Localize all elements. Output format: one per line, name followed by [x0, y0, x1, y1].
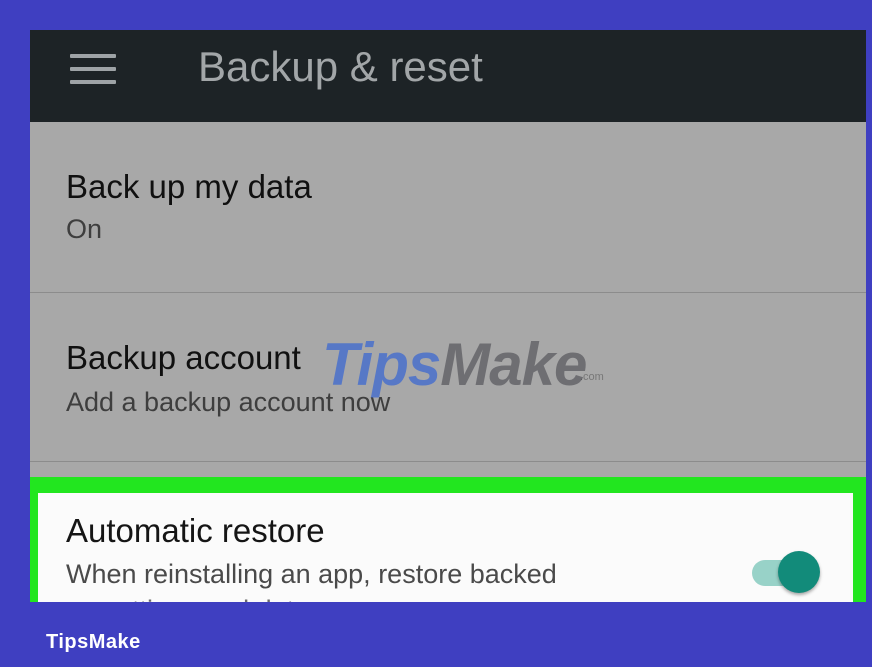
app-bar: Backup & reset — [30, 30, 866, 122]
pref-title: Automatic restore — [66, 512, 325, 549]
pref-back-up-my-data[interactable]: Back up my data On — [30, 122, 866, 292]
divider — [30, 461, 866, 462]
pref-summary: Add a backup account now — [66, 387, 391, 417]
phone-screen: Backup & reset Back up my data On Backup… — [30, 30, 866, 602]
pref-title: Backup account — [66, 339, 301, 376]
page-title: Backup & reset — [198, 43, 483, 90]
pref-automatic-restore[interactable]: Automatic restore When reinstalling an a… — [38, 493, 853, 602]
highlight-box: Automatic restore When reinstalling an a… — [30, 477, 866, 602]
pref-backup-account[interactable]: Backup account Add a backup account now — [30, 293, 866, 461]
hamburger-menu-icon[interactable] — [70, 54, 116, 84]
automatic-restore-toggle[interactable] — [746, 551, 820, 595]
pref-summary-continued: up settings and data — [66, 593, 309, 602]
footer-brand: TipsMake — [46, 631, 141, 653]
pref-summary: When reinstalling an app, restore backed — [66, 559, 557, 589]
pref-summary: On — [66, 214, 103, 244]
pref-title: Back up my data — [66, 168, 312, 205]
toggle-thumb — [778, 551, 820, 593]
page: Backup & reset Back up my data On Backup… — [0, 0, 872, 667]
